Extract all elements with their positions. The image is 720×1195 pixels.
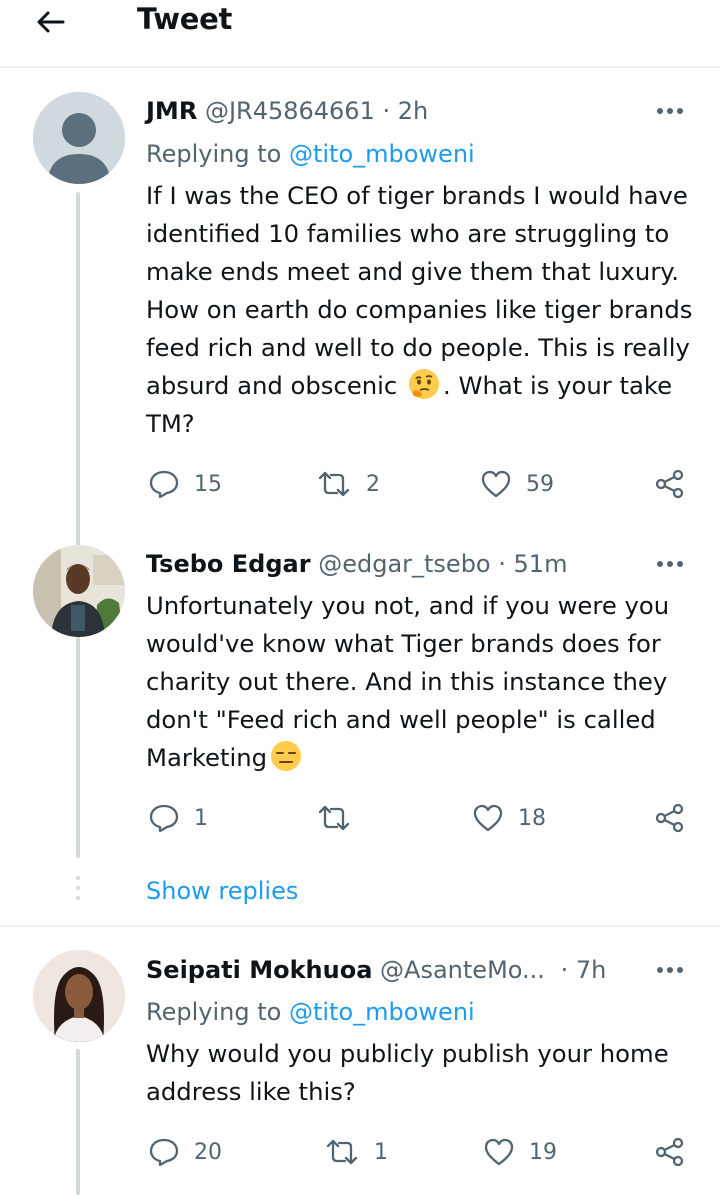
- thread-dots: [76, 876, 80, 906]
- profile-photo: [33, 950, 125, 1042]
- timestamp[interactable]: 51m: [514, 550, 568, 578]
- show-replies-link[interactable]: Show replies: [146, 876, 298, 906]
- reply-count: 1: [194, 805, 208, 831]
- retweet-button[interactable]: [316, 803, 366, 833]
- retweet-icon: [318, 471, 350, 497]
- reply-button[interactable]: 20: [148, 1137, 222, 1167]
- retweet-button[interactable]: 2: [316, 469, 380, 499]
- tweet-text: Why would you publicly publish your home…: [146, 1035, 706, 1111]
- replying-label: Replying to: [146, 140, 282, 168]
- arrow-left-icon: [37, 11, 65, 33]
- default-avatar-icon: [33, 92, 125, 184]
- display-name[interactable]: JMR: [146, 97, 197, 125]
- retweet-count: 2: [366, 471, 380, 497]
- display-name[interactable]: Seipati Mokhuoa: [146, 956, 372, 984]
- like-count: 59: [526, 471, 554, 497]
- like-button[interactable]: 19: [483, 1137, 557, 1167]
- replying-to: Replying to @tito_mboweni: [146, 997, 475, 1027]
- timestamp[interactable]: 7h: [576, 956, 606, 984]
- expressionless-face-emoji: [271, 741, 302, 771]
- reply-count: 20: [194, 1139, 222, 1165]
- separator: ·: [382, 97, 391, 125]
- avatar[interactable]: [33, 545, 125, 637]
- like-button[interactable]: 18: [472, 803, 546, 833]
- like-count: 19: [529, 1139, 557, 1165]
- share-button[interactable]: [654, 803, 686, 833]
- like-count: 18: [518, 805, 546, 831]
- replying-label: Replying to: [146, 998, 282, 1026]
- tweet-text-part: Why would you publicly publish your home…: [146, 1039, 669, 1106]
- heart-icon: [473, 804, 503, 832]
- share-icon: [655, 803, 684, 833]
- retweet-count: 1: [374, 1139, 388, 1165]
- retweet-icon: [318, 805, 350, 831]
- tweet-header: Seipati Mokhuoa @AsanteMo... · 7h: [146, 955, 606, 985]
- profile-photo: [33, 545, 125, 637]
- like-button[interactable]: 59: [480, 469, 554, 499]
- display-name[interactable]: Tsebo Edgar: [146, 550, 311, 578]
- reply-button[interactable]: 15: [148, 469, 222, 499]
- reply-icon: [149, 470, 179, 499]
- thread-line: [76, 192, 80, 858]
- separator: ·: [498, 550, 506, 578]
- page-title: Tweet: [137, 2, 233, 36]
- reply-button[interactable]: 1: [148, 803, 208, 833]
- retweet-button[interactable]: 1: [324, 1137, 388, 1167]
- timestamp[interactable]: 2h: [398, 97, 428, 125]
- share-button[interactable]: [654, 469, 686, 499]
- tweet-header: Tsebo Edgar @edgar_tsebo · 51m: [146, 549, 567, 579]
- retweet-icon: [326, 1139, 358, 1165]
- tweet-text: If I was the CEO of tiger brands I would…: [146, 177, 706, 443]
- divider: [0, 925, 720, 927]
- tweet-text-part: Unfortunately you not, and if you were y…: [146, 591, 670, 772]
- more-options-icon[interactable]: [650, 960, 690, 980]
- more-options-icon[interactable]: [650, 101, 690, 121]
- user-handle[interactable]: @edgar_tsebo: [318, 550, 490, 578]
- avatar[interactable]: [33, 950, 125, 1042]
- heart-icon: [484, 1138, 514, 1166]
- replying-to: Replying to @tito_mboweni: [146, 139, 475, 169]
- thinking-face-emoji: [409, 369, 439, 399]
- reply-icon: [149, 1138, 179, 1167]
- separator: ·: [560, 956, 569, 984]
- reply-count: 15: [194, 471, 222, 497]
- more-options-icon[interactable]: [650, 554, 690, 574]
- reply-icon: [149, 804, 179, 833]
- tweet-header: JMR @JR45864661 · 2h: [146, 96, 428, 126]
- avatar[interactable]: [33, 92, 125, 184]
- thread-line: [76, 1049, 80, 1195]
- user-handle[interactable]: @JR45864661: [205, 97, 375, 125]
- mention-link[interactable]: @tito_mboweni: [289, 140, 475, 168]
- mention-link[interactable]: @tito_mboweni: [289, 998, 475, 1026]
- top-bar: Tweet: [0, 0, 720, 68]
- tweet-text: Unfortunately you not, and if you were y…: [146, 587, 706, 777]
- share-icon: [655, 1137, 684, 1167]
- heart-icon: [481, 470, 511, 498]
- share-button[interactable]: [654, 1137, 686, 1167]
- share-icon: [655, 469, 684, 499]
- user-handle[interactable]: @AsanteMo...: [380, 956, 545, 984]
- back-button[interactable]: [28, 2, 72, 42]
